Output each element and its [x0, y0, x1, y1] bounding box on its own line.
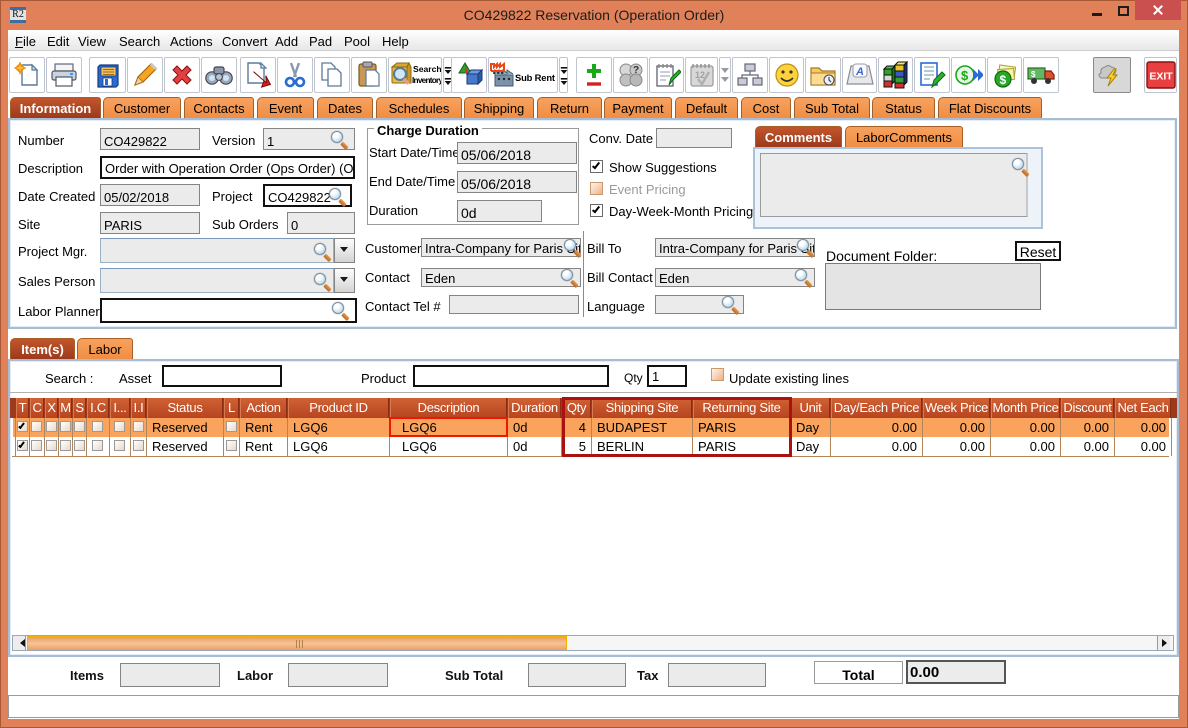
- svg-text:Inventory: Inventory: [412, 76, 441, 85]
- svg-text:EXIT: EXIT: [1149, 71, 1173, 83]
- svg-text:A: A: [855, 66, 864, 78]
- svg-text:Sub Rent: Sub Rent: [515, 72, 555, 83]
- svg-text:$: $: [1031, 70, 1036, 79]
- svg-text:Search: Search: [413, 64, 441, 74]
- svg-text:12: 12: [695, 70, 705, 80]
- svg-text:?: ?: [633, 65, 639, 76]
- svg-text:$: $: [961, 68, 969, 83]
- svg-text:$: $: [999, 73, 1006, 87]
